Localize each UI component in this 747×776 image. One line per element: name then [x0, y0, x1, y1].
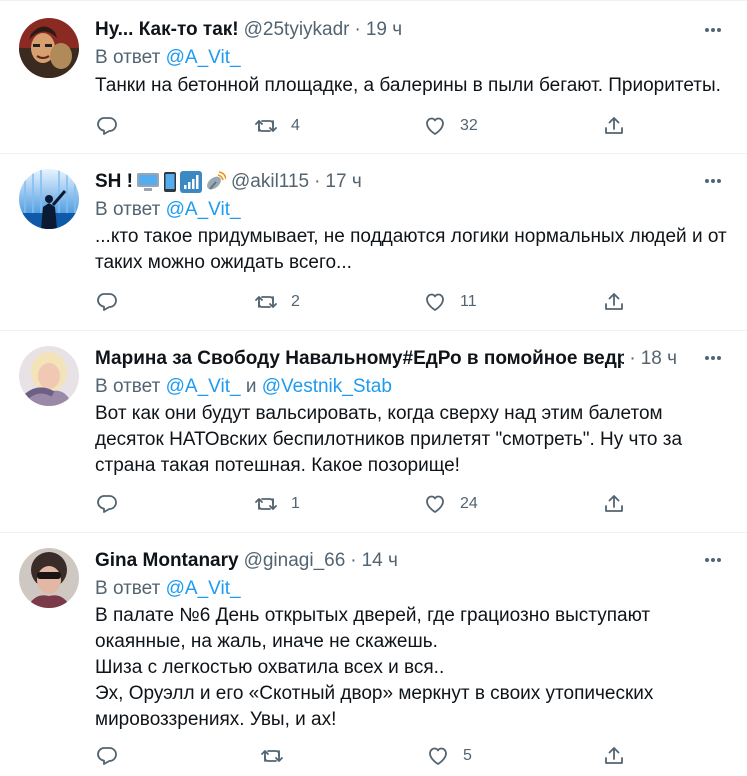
- reply-context: В ответ @A_Vit_: [95, 577, 241, 601]
- like-button[interactable]: 24: [423, 492, 478, 516]
- like-count: 5: [463, 747, 472, 764]
- reply-button[interactable]: [95, 744, 132, 768]
- tweet[interactable]: Марина за Свободу Навальному#ЕдРо в помо…: [0, 331, 747, 533]
- avatar[interactable]: [19, 548, 79, 608]
- like-count: 32: [460, 117, 478, 134]
- separator-dot: ·: [354, 19, 361, 40]
- retweet-button[interactable]: 1: [254, 492, 300, 516]
- retweet-icon: [255, 498, 277, 510]
- display-name[interactable]: Ну... Как-то так!: [95, 18, 239, 42]
- share-button[interactable]: [602, 290, 626, 314]
- display-name[interactable]: SH !: [95, 170, 133, 194]
- reply-icon: [97, 747, 117, 765]
- separator-dot: ·: [350, 550, 357, 571]
- heart-icon: [426, 117, 444, 135]
- reply-icon: [97, 293, 117, 311]
- retweet-count: 1: [291, 495, 300, 512]
- reply-icon: [97, 117, 117, 135]
- reply-mention[interactable]: @A_Vit_: [166, 47, 241, 68]
- retweet-icon: [261, 750, 283, 762]
- avatar[interactable]: [19, 18, 79, 78]
- tweet[interactable]: Ну... Как-то так! @25tyiykadr · 19 ч В о…: [0, 0, 747, 154]
- user-handle[interactable]: @akil115: [231, 170, 309, 194]
- like-button[interactable]: 5: [426, 744, 472, 768]
- reply-button[interactable]: [95, 290, 132, 314]
- heart-icon: [426, 495, 444, 513]
- display-name[interactable]: Gina Montanary: [95, 549, 239, 573]
- more-icon[interactable]: [701, 18, 725, 42]
- reply-context: В ответ @A_Vit_ и @Vestnik_Stab: [95, 375, 392, 399]
- like-button[interactable]: 32: [423, 114, 478, 138]
- avatar[interactable]: [19, 169, 79, 229]
- heart-icon: [426, 293, 444, 311]
- computer-icon: [137, 173, 159, 191]
- share-button[interactable]: [602, 114, 626, 138]
- tweet-time[interactable]: 18 ч: [641, 347, 677, 371]
- like-count: 11: [460, 293, 477, 310]
- heart-icon: [429, 747, 447, 765]
- share-icon: [605, 495, 623, 512]
- share-icon: [605, 747, 623, 764]
- more-icon[interactable]: [701, 548, 725, 572]
- like-count: 24: [460, 495, 478, 512]
- retweet-icon: [255, 120, 277, 132]
- separator-dot: ·: [629, 348, 636, 369]
- reply-button[interactable]: [95, 114, 132, 138]
- reply-prefix: В ответ: [95, 376, 166, 397]
- tweet-actions: 5: [95, 744, 635, 768]
- tweet-text: ...кто такое придумывает, не поддаются л…: [95, 226, 727, 273]
- retweet-count: 4: [291, 117, 300, 134]
- retweet-button[interactable]: [260, 744, 297, 768]
- retweet-button[interactable]: 4: [254, 114, 300, 138]
- share-button[interactable]: [602, 744, 626, 768]
- reply-context: В ответ @A_Vit_: [95, 46, 241, 70]
- share-icon: [605, 293, 623, 310]
- reply-mention[interactable]: @A_Vit_: [166, 199, 241, 220]
- reply-join: и: [240, 376, 262, 397]
- share-icon: [605, 117, 623, 134]
- tweet-text: Танки на бетонной площадке, а балерины в…: [95, 75, 721, 96]
- mobile-phone-icon: [164, 172, 176, 192]
- more-icon[interactable]: [701, 169, 725, 193]
- tweet-time[interactable]: 17 ч: [325, 170, 361, 194]
- tweet[interactable]: SH ! @akil115 · 17 ч В ответ @A_Vit_ ...…: [0, 154, 747, 331]
- reply-prefix: В ответ: [95, 199, 166, 220]
- like-button[interactable]: 11: [423, 290, 477, 314]
- retweet-button[interactable]: 2: [254, 290, 300, 314]
- retweet-count: 2: [291, 293, 300, 310]
- tweet-text: Вот как они будут вальсировать, когда св…: [95, 403, 683, 476]
- reply-context: В ответ @A_Vit_: [95, 198, 241, 222]
- reply-icon: [97, 495, 117, 513]
- name-emojis: [136, 171, 226, 193]
- tweet-time[interactable]: 19 ч: [366, 18, 402, 42]
- retweet-icon: [255, 296, 277, 308]
- tweet[interactable]: Gina Montanary @ginagi_66 · 14 ч В ответ…: [0, 533, 747, 776]
- reply-prefix: В ответ: [95, 578, 166, 599]
- display-name[interactable]: Марина за Свободу Навальному#ЕдРо в помо…: [95, 347, 624, 371]
- more-icon[interactable]: [701, 346, 725, 370]
- tweet-text: В палате №6 День открытых дверей, где гр…: [95, 605, 654, 730]
- tweet-actions: 1 24: [95, 492, 635, 516]
- reply-button[interactable]: [95, 492, 132, 516]
- share-button[interactable]: [602, 492, 626, 516]
- reply-prefix: В ответ: [95, 47, 166, 68]
- signal-bars-icon: [180, 171, 202, 193]
- tweet-time[interactable]: 14 ч: [362, 549, 398, 573]
- user-handle[interactable]: @ginagi_66: [244, 549, 346, 573]
- reply-mention[interactable]: @A_Vit_: [166, 376, 241, 397]
- avatar[interactable]: [19, 346, 79, 406]
- tweet-actions: 4 32: [95, 114, 635, 138]
- tweet-actions: 2 11: [95, 290, 635, 314]
- user-handle[interactable]: @25tyiykadr: [244, 18, 350, 42]
- reply-mention-2[interactable]: @Vestnik_Stab: [262, 376, 392, 397]
- reply-mention[interactable]: @A_Vit_: [166, 578, 241, 599]
- separator-dot: ·: [314, 171, 321, 192]
- satellite-antenna-icon: [207, 171, 226, 190]
